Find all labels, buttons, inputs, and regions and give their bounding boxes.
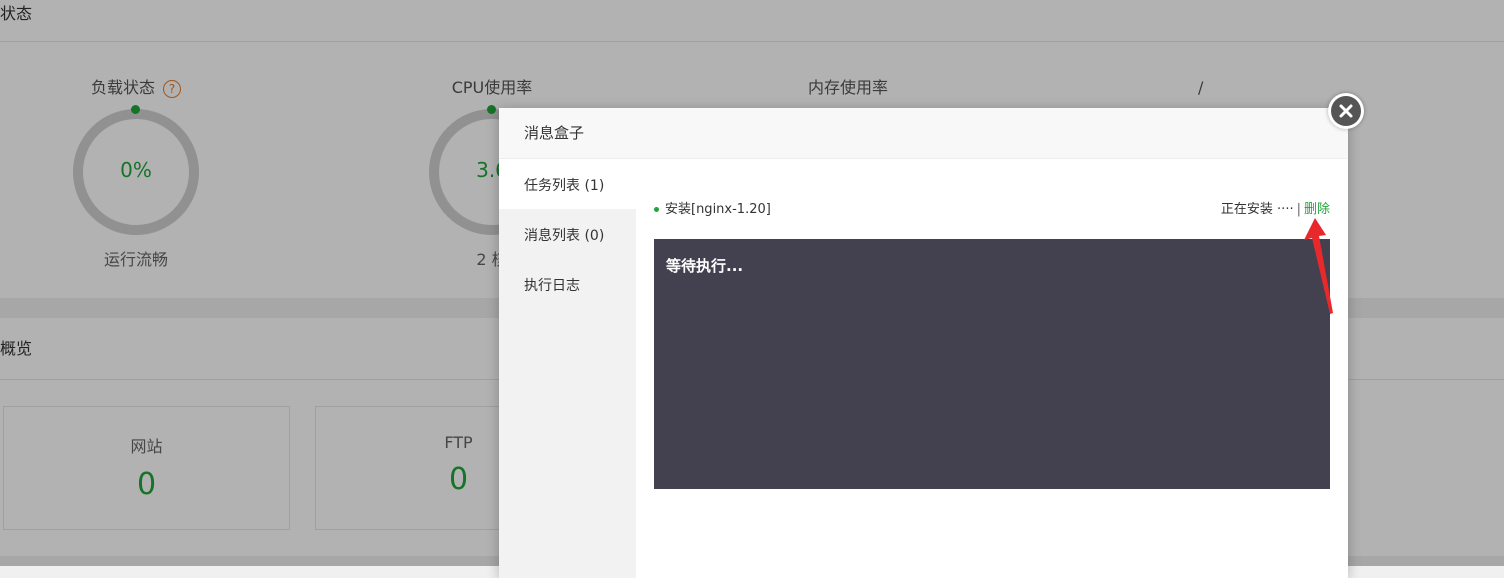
task-list-panel: 安装[nginx-1.20] 正在安装 ···· | 删除 等待执行...	[636, 159, 1348, 578]
message-box-modal: 消息盒子 任务列表 (1) 消息列表 (0) 执行日志 安装[nginx-1.2…	[499, 108, 1348, 578]
tab-task-list[interactable]: 任务列表 (1)	[499, 159, 636, 209]
modal-title: 消息盒子	[499, 108, 1348, 159]
console-text: 等待执行...	[666, 257, 744, 275]
task-status-dot	[654, 207, 659, 212]
task-name: 安装[nginx-1.20]	[665, 202, 771, 217]
tab-message-list[interactable]: 消息列表 (0)	[499, 209, 636, 259]
close-icon	[1331, 96, 1361, 126]
annotation-arrow-icon	[1304, 218, 1333, 314]
modal-sidebar: 任务列表 (1) 消息列表 (0) 执行日志	[499, 159, 636, 578]
task-status-text: 正在安装 ····	[1220, 202, 1294, 217]
task-console-output: 等待执行...	[654, 239, 1330, 489]
tab-execution-log[interactable]: 执行日志	[499, 259, 636, 309]
close-modal-button[interactable]	[1328, 93, 1364, 129]
task-row: 安装[nginx-1.20] 正在安装 ···· | 删除	[654, 199, 1330, 221]
